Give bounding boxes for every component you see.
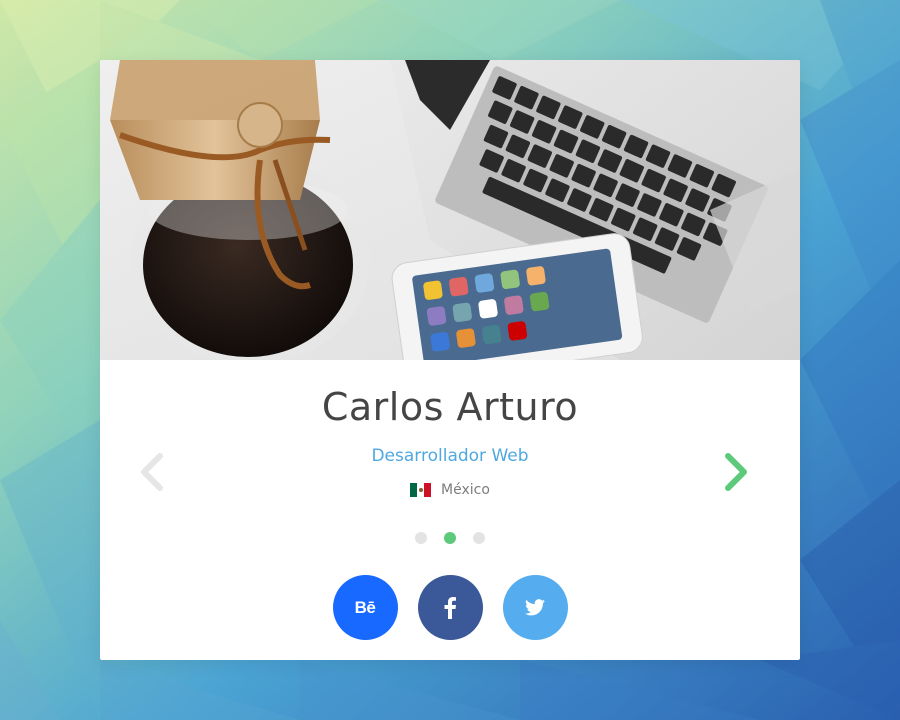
chevron-right-icon	[725, 453, 747, 491]
hero-photo	[100, 60, 800, 360]
behance-icon: Bē	[354, 597, 376, 617]
carousel-dot-3[interactable]	[473, 532, 485, 544]
behance-button[interactable]: Bē	[332, 575, 398, 640]
country-label: México	[441, 482, 490, 498]
profile-country: México	[100, 482, 800, 498]
twitter-icon	[525, 599, 545, 616]
carousel-dot-1[interactable]	[415, 532, 427, 544]
carousel-dots	[100, 532, 800, 544]
mexico-flag-icon	[410, 483, 432, 497]
facebook-button[interactable]	[417, 575, 483, 640]
hero-image	[100, 60, 800, 360]
prev-arrow-button[interactable]	[136, 450, 166, 494]
next-arrow-button[interactable]	[722, 450, 752, 494]
profile-role: Desarrollador Web	[371, 446, 529, 466]
profile-name: Carlos Arturo	[321, 385, 579, 429]
facebook-icon	[444, 596, 456, 619]
profile-card: Carlos Arturo Desarrollador Web México B…	[100, 60, 800, 660]
carousel-dot-2-active[interactable]	[444, 532, 456, 544]
twitter-button[interactable]	[502, 575, 568, 640]
chevron-left-icon	[141, 453, 163, 491]
social-links: Bē	[100, 575, 800, 640]
